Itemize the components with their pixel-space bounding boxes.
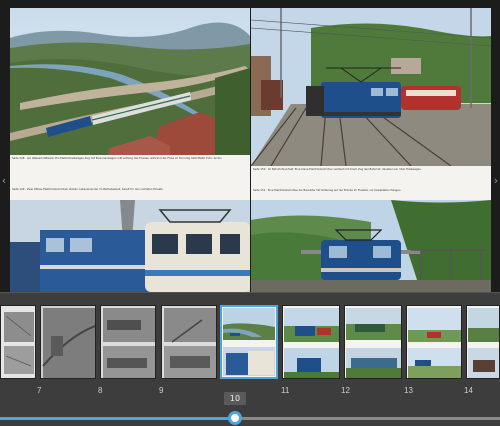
right-page[interactable]: Seite 150 · Im Bahnhofsvorfeld: Eine bla… [251,8,491,292]
thumbnail-page-12[interactable] [344,305,402,379]
thumbnail-page-11[interactable] [282,305,340,379]
thumbnail-label: 9 [159,386,164,395]
thumbnail-strip[interactable]: 7 8 9 11 12 13 14 [0,292,500,402]
thumbnail-label: 11 [281,386,290,395]
thumbnail-page-9[interactable] [100,305,156,379]
locomotive-depot-photo [10,200,250,292]
river-railway-photo [10,8,250,155]
thumbnail-label: 8 [98,386,103,395]
blue-locomotive-right [321,82,401,118]
left-page[interactable]: Seite 148 · Am Wasserkraftwerk: Ein Elek… [10,8,250,292]
left-page-caption-bottom: Seite 149 · Zwei Altbau-Elektrolokomotiv… [12,188,164,191]
page-scrollbar[interactable] [0,402,500,426]
thumbnail-page-7[interactable] [0,305,36,379]
left-page-caption-top: Seite 148 · Am Wasserkraftwerk: Ein Elek… [12,157,222,160]
chevron-right-icon[interactable]: › [492,172,500,190]
thumbnail-label: 12 [341,386,350,395]
thumbnail-page-10-left[interactable] [161,305,217,379]
valley-bridge-photo [251,200,491,292]
thumbnail-page-14[interactable] [466,305,500,379]
scrollbar-handle[interactable] [228,411,242,425]
chevron-left-icon[interactable]: ‹ [0,172,8,190]
station-yard-photo [251,8,491,166]
thumbnail-page-8[interactable] [40,305,96,379]
magazine-viewer: ‹ › Seite 148 · Am Wasserkraftwerk: Ein … [0,0,500,292]
thumbnail-page-10[interactable] [220,305,278,379]
thumbnail-label: 14 [464,386,473,395]
right-page-caption-top: Seite 150 · Im Bahnhofsvorfeld: Eine bla… [253,168,422,171]
scrollbar-progress [0,417,235,420]
thumbnail-label: 7 [37,386,42,395]
current-page-tooltip: 10 [224,392,246,405]
thumbnail-label: 13 [404,386,413,395]
thumbnail-page-13[interactable] [406,305,462,379]
right-page-caption-bottom: Seite 151 · Eine Elektrolokomotive der B… [253,189,402,192]
